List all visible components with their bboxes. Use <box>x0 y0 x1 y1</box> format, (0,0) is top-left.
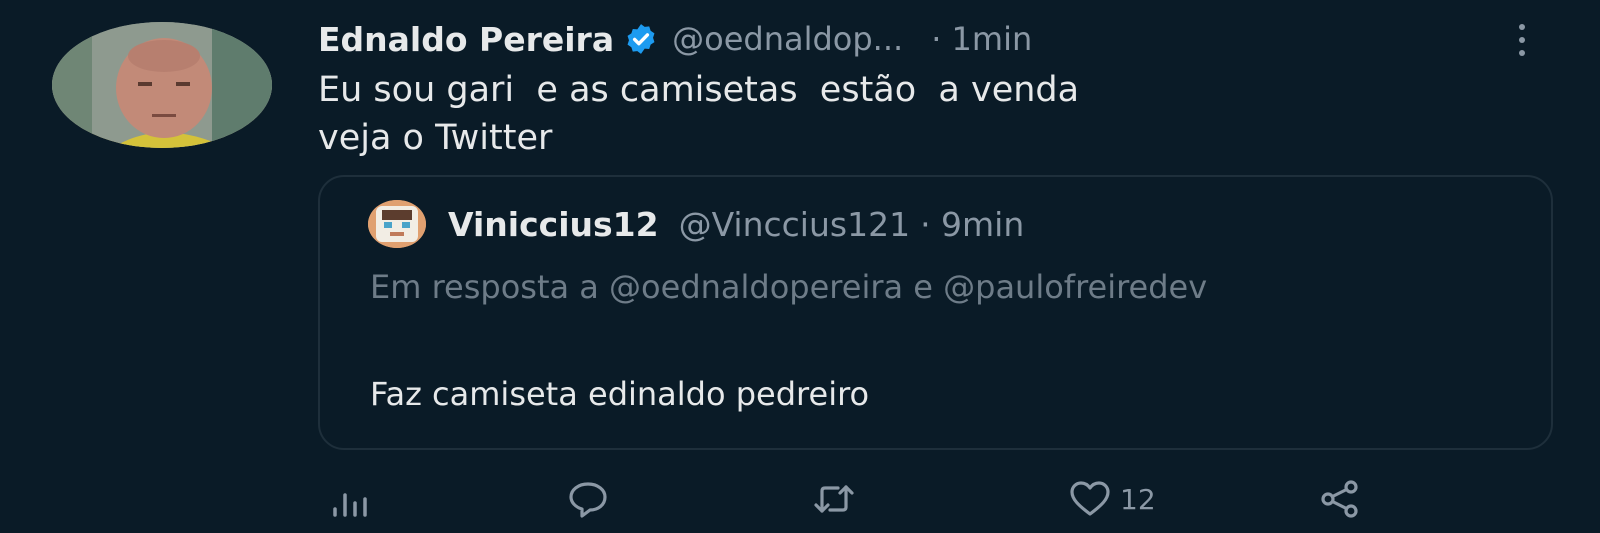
reply-icon <box>569 482 607 518</box>
more-options-icon[interactable] <box>1516 24 1528 56</box>
verified-badge-icon <box>627 24 655 54</box>
share-icon <box>1321 480 1358 518</box>
tweet-text: Eu sou gari e as camisetas estão a venda… <box>318 70 1080 158</box>
tweet-timestamp[interactable]: · 1min <box>931 20 1032 58</box>
quoted-tweet-timestamp[interactable]: · 9min <box>920 205 1024 244</box>
reply-context[interactable]: Em resposta a @oednaldopereira e @paulof… <box>370 261 1470 313</box>
author-name[interactable]: Ednaldo Pereira <box>318 20 614 59</box>
quoted-tweet-text: Faz camiseta edinaldo pedreiro <box>370 375 870 413</box>
tweet-header: Ednaldo Pereira @oednaldop... · 1min <box>318 14 1510 64</box>
quoted-tweet[interactable]: Viniccius12 @Vinccius121 · 9min Em respo… <box>318 175 1553 450</box>
retweet-button[interactable] <box>812 476 856 522</box>
like-count: 12 <box>1120 482 1156 516</box>
retweet-icon <box>814 485 854 513</box>
analytics-button[interactable] <box>330 476 374 522</box>
analytics-icon <box>333 493 367 517</box>
author-avatar[interactable] <box>52 22 272 148</box>
quoted-author-name[interactable]: Viniccius12 <box>448 205 659 244</box>
heart-icon <box>1070 481 1110 516</box>
reply-button[interactable] <box>566 476 610 522</box>
quoted-tweet-header: Viniccius12 @Vinccius121 · 9min <box>368 199 1024 249</box>
quoted-author-avatar <box>368 200 426 248</box>
author-handle[interactable]: @oednaldop... <box>672 20 903 58</box>
tweet-actions-bar: 12 <box>330 476 1420 522</box>
quoted-author-handle[interactable]: @Vinccius121 <box>679 205 910 244</box>
share-button[interactable] <box>1318 476 1362 522</box>
like-button[interactable]: 12 <box>1068 476 1156 522</box>
